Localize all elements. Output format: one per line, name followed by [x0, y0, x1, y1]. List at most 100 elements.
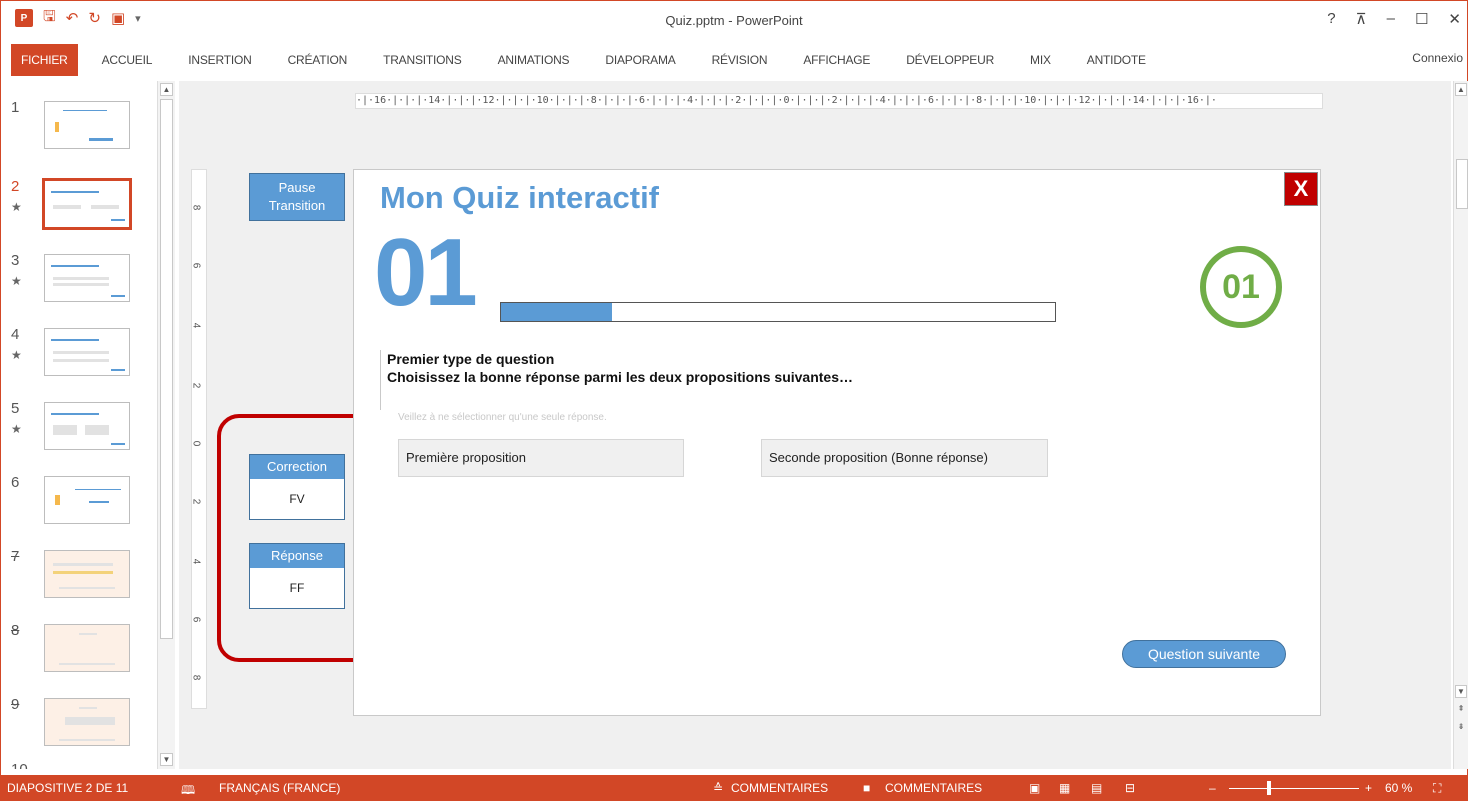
zoom-level[interactable]: 60 % — [1385, 781, 1412, 795]
answer-hint: Veillez à ne sélectionner qu'une seule r… — [398, 412, 607, 423]
slide-thumbnail[interactable]: 6 — [1, 474, 161, 544]
hidden-slide-number: 7 — [11, 548, 20, 565]
scroll-down-icon[interactable]: ▼ — [1455, 685, 1467, 698]
normal-view-icon[interactable]: ▣ — [1029, 781, 1040, 795]
window-title: Quiz.pptm - PowerPoint — [665, 13, 803, 28]
option-second-button[interactable]: Seconde proposition (Bonne réponse) — [761, 439, 1048, 477]
spellcheck-icon[interactable]: 🕮 — [181, 781, 195, 801]
tab-affichage[interactable]: AFFICHAGE — [785, 44, 888, 76]
slide-preview — [44, 328, 130, 376]
ruler-label: 2 — [190, 498, 202, 505]
slide-thumbnail-hidden[interactable]: 9 — [1, 696, 161, 766]
previous-slide-icon[interactable]: ⇞ — [1455, 703, 1467, 716]
pause-transition-button[interactable]: Pause Transition — [249, 173, 345, 221]
editor-scrollbar[interactable]: ▲ ▼ ⇞ ⇟ — [1453, 81, 1468, 769]
notes-button[interactable]: COMMENTAIRES — [731, 781, 828, 795]
tab-insertion[interactable]: INSERTION — [170, 44, 269, 76]
slide-canvas[interactable]: Mon Quiz interactif X 01 01 Premier type… — [353, 169, 1321, 716]
scrollbar-thumb[interactable] — [1456, 159, 1468, 209]
animation-star-icon: ★ — [11, 422, 22, 436]
slide-thumbnail[interactable]: 5 ★ — [1, 400, 161, 470]
scroll-up-icon[interactable]: ▲ — [160, 83, 173, 96]
tab-developpeur[interactable]: DÉVELOPPEUR — [888, 44, 1012, 76]
minimize-icon[interactable]: – — [1387, 10, 1395, 28]
tab-diaporama[interactable]: DIAPORAMA — [587, 44, 693, 76]
next-slide-icon[interactable]: ⇟ — [1455, 721, 1467, 734]
pause-label: Pause — [278, 180, 316, 195]
maximize-icon[interactable]: ☐ — [1415, 10, 1428, 28]
tab-creation[interactable]: CRÉATION — [270, 44, 366, 76]
tab-transitions[interactable]: TRANSITIONS — [365, 44, 479, 76]
slide-sorter-icon[interactable]: ▦ — [1059, 781, 1070, 795]
tab-accueil[interactable]: ACCUEIL — [84, 44, 171, 76]
status-bar: DIAPOSITIVE 2 DE 11 🕮 FRANÇAIS (FRANCE) … — [1, 775, 1468, 801]
ruler-label: 6 — [190, 616, 202, 623]
slide-number: 4 — [11, 326, 20, 343]
slide-preview — [44, 550, 130, 598]
question-text: Choisissez la bonne réponse parmi les de… — [387, 369, 854, 385]
question-block: Premier type de question Choisissez la b… — [380, 350, 853, 410]
slide-preview-selected — [42, 178, 132, 230]
slide-number: 10 — [11, 761, 28, 769]
slide-number: 6 — [11, 474, 20, 491]
close-window-icon[interactable]: ✕ — [1448, 10, 1461, 28]
slide-preview — [44, 624, 130, 672]
option-first-button[interactable]: Première proposition — [398, 439, 684, 477]
tab-mix[interactable]: MIX — [1012, 44, 1069, 76]
slide-thumbnail[interactable]: 2 ★ — [1, 178, 161, 248]
ruler-label: 8 — [190, 204, 202, 211]
ribbon-tabs: FICHIER ACCUEIL INSERTION CRÉATION TRANS… — [1, 44, 1467, 76]
animation-star-icon: ★ — [11, 348, 22, 362]
ruler-label: 6 — [190, 262, 202, 269]
tab-fichier[interactable]: FICHIER — [11, 44, 78, 76]
ruler-label: 2 — [190, 382, 202, 389]
notes-icon[interactable]: ≙ — [713, 781, 723, 795]
slide-number: 3 — [11, 252, 20, 269]
fit-slide-icon[interactable]: ⛶ — [1433, 781, 1441, 796]
scroll-up-icon[interactable]: ▲ — [1455, 83, 1467, 96]
slide-thumbnail[interactable]: 4 ★ — [1, 326, 161, 396]
next-question-button[interactable]: Question suivante — [1122, 640, 1286, 668]
scroll-down-icon[interactable]: ▼ — [160, 753, 173, 766]
progress-fill — [501, 303, 612, 321]
slide-number: 2 — [11, 178, 20, 195]
comments-button[interactable]: COMMENTAIRES — [885, 781, 982, 795]
quiz-title: Mon Quiz interactif — [380, 180, 659, 215]
language-indicator[interactable]: FRANÇAIS (FRANCE) — [219, 781, 340, 795]
slide-thumbnail-hidden[interactable]: 7 — [1, 548, 161, 618]
reading-view-icon[interactable]: ▤ — [1091, 781, 1102, 795]
window-controls: ? ⊼ – ☐ ✕ — [1327, 10, 1461, 28]
slide-thumbnail-hidden[interactable]: 8 — [1, 622, 161, 692]
slide-editor: ·|·16·|·|·|·14·|·|·|·12·|·|·|·10·|·|·|·8… — [179, 81, 1451, 769]
horizontal-ruler: ·|·16·|·|·|·14·|·|·|·12·|·|·|·10·|·|·|·8… — [355, 93, 1323, 109]
zoom-slider-thumb[interactable] — [1267, 781, 1271, 795]
tab-antidote[interactable]: ANTIDOTE — [1069, 44, 1164, 76]
title-bar: P 🖫 ↶ ↻ ▣ ▾ Quiz.pptm - PowerPoint ? ⊼ –… — [1, 1, 1467, 41]
ribbon-display-icon[interactable]: ⊼ — [1356, 10, 1367, 28]
zoom-out-icon[interactable]: – — [1209, 781, 1216, 795]
thumbnails-scrollbar[interactable]: ▲ ▼ — [157, 81, 175, 769]
powerpoint-window: P 🖫 ↶ ↻ ▣ ▾ Quiz.pptm - PowerPoint ? ⊼ –… — [0, 0, 1468, 801]
slideshow-view-icon[interactable]: ⊟ — [1125, 781, 1135, 795]
close-quiz-button[interactable]: X — [1284, 172, 1318, 206]
scrollbar-thumb[interactable] — [160, 99, 173, 639]
zoom-in-icon[interactable]: + — [1365, 781, 1372, 795]
tab-animations[interactable]: ANIMATIONS — [480, 44, 588, 76]
slide-thumbnail[interactable]: 3 ★ — [1, 252, 161, 322]
signin-link[interactable]: Connexio — [1412, 51, 1463, 65]
quiz-progress-bar — [500, 302, 1056, 322]
zoom-slider[interactable] — [1229, 788, 1359, 789]
comments-icon[interactable]: ■ — [863, 781, 870, 795]
question-number: 01 — [374, 219, 478, 326]
help-icon[interactable]: ? — [1327, 10, 1335, 28]
slide-info: DIAPOSITIVE 2 DE 11 — [7, 781, 129, 795]
transition-label: Transition — [268, 198, 326, 213]
question-counter-badge: 01 — [1200, 246, 1282, 328]
slide-preview — [44, 402, 130, 450]
slide-thumbnail[interactable]: 1 — [1, 99, 161, 169]
slide-thumbnail[interactable]: 10 — [1, 761, 161, 769]
tab-revision[interactable]: RÉVISION — [694, 44, 786, 76]
slide-preview — [44, 101, 130, 149]
hidden-slide-number: 8 — [11, 622, 20, 639]
slide-number: 5 — [11, 400, 20, 417]
